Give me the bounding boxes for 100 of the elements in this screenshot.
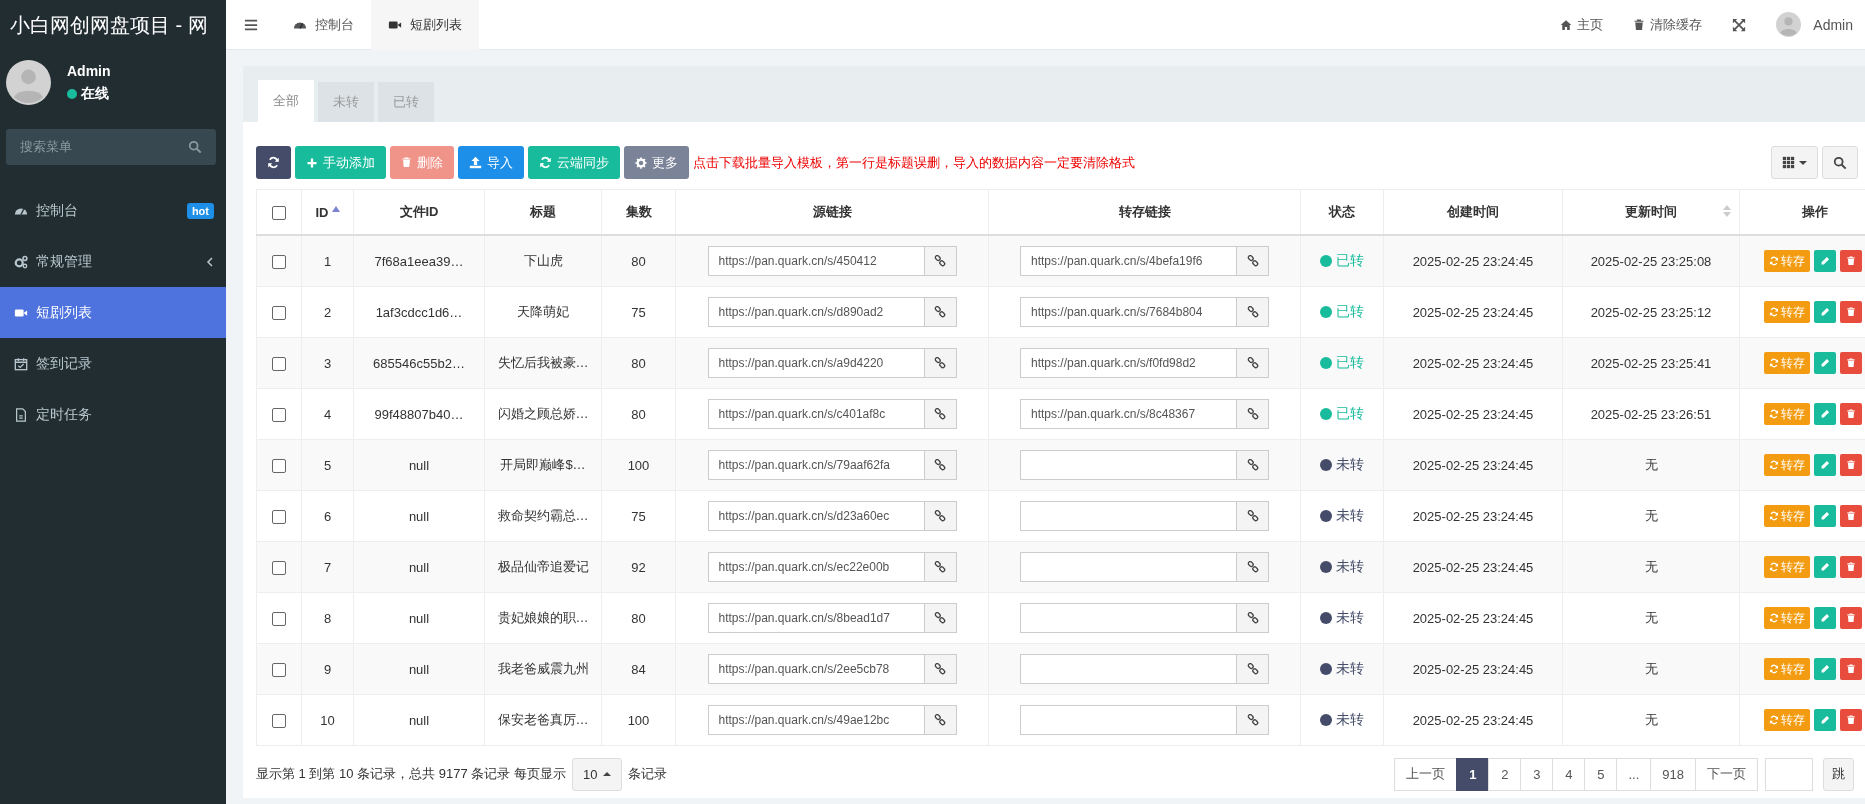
table-cell: 无 bbox=[1644, 661, 1658, 676]
link-field[interactable]: https://pan.quark.cn/s/49ae12bc bbox=[707, 705, 924, 735]
sidebar-item[interactable]: 定时任务 bbox=[0, 389, 226, 440]
table-cell: 闪婚之顾总娇… bbox=[497, 406, 589, 421]
table-cell: 7 bbox=[323, 559, 332, 575]
table-cell: 2025-02-25 23:24:45 bbox=[1412, 508, 1534, 524]
link-field[interactable]: https://pan.quark.cn/s/7684b804 bbox=[1020, 297, 1236, 327]
page-button[interactable]: 2 bbox=[1488, 757, 1522, 791]
page-button[interactable]: 上一页 bbox=[1394, 757, 1458, 791]
table-cell: 2025-02-25 23:24:45 bbox=[1412, 661, 1534, 677]
header-link[interactable]: 主页 bbox=[1545, 15, 1619, 34]
filter-tab[interactable]: 全部 bbox=[258, 80, 314, 122]
status-label: 未转 bbox=[1336, 507, 1364, 525]
records-summary: 显示第 1 到第 10 条记录，总共 9177 条记录 每页显示 bbox=[256, 765, 566, 783]
page-button[interactable]: ... bbox=[1616, 757, 1652, 791]
table-cell: 7f68a1eea39… bbox=[374, 253, 464, 269]
table-cell: 75 bbox=[631, 508, 646, 524]
table-cell: 保安老爸真厉… bbox=[497, 712, 589, 727]
sidebar-item[interactable]: 常规管理 bbox=[0, 236, 226, 287]
table-cell: 无 bbox=[1644, 559, 1658, 574]
table-cell: null bbox=[408, 508, 430, 524]
status-label: 未转 bbox=[1336, 660, 1364, 678]
link-field[interactable]: https://pan.quark.cn/s/8c48367 bbox=[1020, 399, 1236, 429]
link-field[interactable]: https://pan.quark.cn/s/79aaf62fa bbox=[707, 450, 924, 480]
table-cell: 100 bbox=[627, 457, 650, 473]
page-size-select[interactable]: 10 bbox=[571, 757, 623, 791]
table-cell: 贵妃娘娘的职… bbox=[497, 610, 589, 625]
table-cell: 80 bbox=[631, 355, 646, 371]
more-button[interactable]: 更多 bbox=[624, 146, 689, 179]
table-cell: 2 bbox=[323, 304, 332, 320]
page-tab[interactable]: 控制台 bbox=[276, 0, 371, 50]
user-status: 在线 bbox=[81, 84, 109, 103]
table-cell: 1af3cdcc1d6… bbox=[375, 304, 463, 320]
sidebar-item[interactable]: 签到记录 bbox=[0, 338, 226, 389]
link-field[interactable]: https://pan.quark.cn/s/d23a60ec bbox=[707, 501, 924, 531]
table-cell: 2025-02-25 23:24:45 bbox=[1412, 712, 1534, 728]
page-tab[interactable]: 短剧列表 bbox=[371, 0, 479, 50]
table-cell: 2025-02-25 23:24:45 bbox=[1412, 457, 1534, 473]
link-field[interactable]: https://pan.quark.cn/s/8bead1d7 bbox=[707, 603, 924, 633]
table-cell: 2025-02-25 23:24:45 bbox=[1412, 355, 1534, 371]
table-cell: 685546c55b2… bbox=[373, 355, 465, 371]
column-header[interactable]: 源链接 bbox=[812, 203, 852, 221]
table-cell: 100 bbox=[627, 712, 650, 728]
table-cell: 1 bbox=[323, 253, 332, 269]
column-header[interactable]: 创建时间 bbox=[1447, 203, 1499, 221]
link-field[interactable]: https://pan.quark.cn/s/f0fd98d2 bbox=[1020, 348, 1236, 378]
status-label: 未转 bbox=[1336, 711, 1364, 729]
table-cell: 99f48807b40… bbox=[374, 406, 464, 422]
link-field[interactable]: https://pan.quark.cn/s/4befa19f6 bbox=[1020, 246, 1236, 276]
page-button[interactable]: 918 bbox=[1650, 757, 1696, 791]
table-cell: null bbox=[408, 661, 430, 677]
sidebar-item[interactable]: 短剧列表 bbox=[0, 287, 226, 338]
sidebar-item[interactable]: 控制台 hot bbox=[0, 185, 226, 236]
table-cell: 3 bbox=[323, 355, 332, 371]
page-button[interactable]: 5 bbox=[1584, 757, 1618, 791]
import-notice[interactable]: 点击下载批量导入模板，第一行是标题误删，导入的数据内容一定要清除格式 bbox=[693, 153, 1135, 172]
table-cell: 84 bbox=[631, 661, 646, 677]
header-link[interactable]: 清除缓存 bbox=[1618, 15, 1718, 34]
table-cell: 无 bbox=[1644, 508, 1658, 523]
table-cell: 92 bbox=[631, 559, 646, 575]
table-cell: 8 bbox=[323, 610, 332, 626]
link-field[interactable]: https://pan.quark.cn/s/d890ad2 bbox=[707, 297, 924, 327]
link-field[interactable]: https://pan.quark.cn/s/a9d4220 bbox=[707, 348, 924, 378]
link-field[interactable]: https://pan.quark.cn/s/450412 bbox=[707, 246, 924, 276]
page-button[interactable]: 3 bbox=[1520, 757, 1554, 791]
link-field[interactable]: https://pan.quark.cn/s/2ee5cb78 bbox=[707, 654, 924, 684]
table-cell: 4 bbox=[323, 406, 332, 422]
table-cell: null bbox=[408, 610, 430, 626]
user-menu[interactable]: Admin bbox=[1761, 12, 1865, 37]
status-label: 未转 bbox=[1336, 609, 1364, 627]
column-header[interactable]: 更新时间 bbox=[1625, 203, 1677, 221]
table-cell: 天降萌妃 bbox=[517, 304, 569, 319]
link-field[interactable]: https://pan.quark.cn/s/ec22e00b bbox=[707, 552, 924, 582]
table-cell: 6 bbox=[323, 508, 332, 524]
column-header[interactable]: 标题 bbox=[530, 203, 556, 221]
column-header[interactable]: 状态 bbox=[1329, 203, 1355, 221]
jump-button[interactable]: 跳 bbox=[1823, 757, 1854, 791]
table-cell: 无 bbox=[1644, 610, 1658, 625]
page-button[interactable]: 4 bbox=[1552, 757, 1586, 791]
table-cell: 无 bbox=[1644, 712, 1658, 727]
table-cell: 我老爸威震九州 bbox=[497, 661, 589, 676]
status-label: 已转 bbox=[1336, 252, 1364, 270]
column-header[interactable]: ID bbox=[315, 204, 329, 220]
table-cell: 9 bbox=[323, 661, 332, 677]
link-field[interactable]: https://pan.quark.cn/s/c401af8c bbox=[707, 399, 924, 429]
table-cell: 2025-02-25 23:24:45 bbox=[1412, 304, 1534, 320]
table-cell: 2025-02-25 23:24:45 bbox=[1412, 610, 1534, 626]
table-cell: 2025-02-25 23:25:08 bbox=[1590, 253, 1712, 269]
table-cell: 2025-02-25 23:24:45 bbox=[1412, 406, 1534, 422]
page-button[interactable]: 下一页 bbox=[1695, 757, 1758, 791]
column-header[interactable]: 集数 bbox=[625, 203, 652, 221]
column-header[interactable]: 文件ID bbox=[399, 203, 439, 221]
hot-badge: hot bbox=[186, 202, 214, 219]
records-label: 条记录 bbox=[628, 765, 668, 783]
column-header[interactable]: 操作 bbox=[1802, 203, 1828, 221]
table-cell: 无 bbox=[1644, 457, 1658, 472]
page-button[interactable]: 1 bbox=[1456, 757, 1490, 791]
status-label: 未转 bbox=[1336, 456, 1364, 474]
column-header[interactable]: 转存链接 bbox=[1118, 203, 1171, 221]
table-cell: 开局即巅峰$… bbox=[500, 457, 586, 472]
